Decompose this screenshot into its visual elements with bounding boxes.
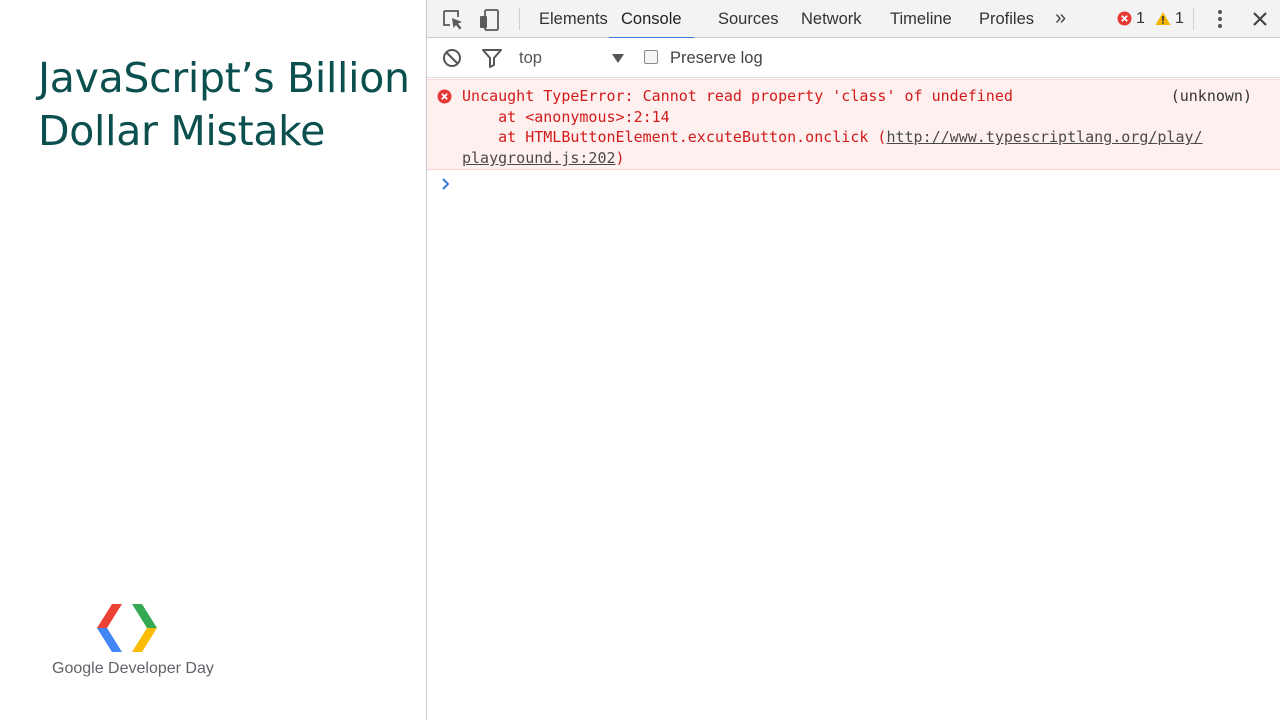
stack-frame-link[interactable]: http://www.typescriptlang.org/play/ [886, 128, 1202, 146]
console-toolbar: top Preserve log [427, 38, 1280, 78]
console-error-message: Uncaught TypeError: Cannot read property… [427, 79, 1280, 170]
device-toolbar-icon[interactable] [477, 8, 501, 32]
toolbar-divider [1193, 8, 1194, 30]
close-devtools-icon[interactable] [1249, 8, 1271, 30]
warning-icon [1155, 12, 1171, 26]
stack-frame-close-paren: ) [615, 149, 625, 167]
google-developers-logo-icon [97, 604, 157, 652]
stack-frame-link-cont[interactable]: playground.js:202 [462, 149, 616, 167]
error-source[interactable]: (unknown) [1171, 86, 1252, 107]
slide-title-line2: Dollar Mistake [38, 107, 326, 155]
tab-console[interactable]: Console [609, 0, 694, 39]
toolbar-divider [519, 8, 520, 30]
tab-profiles[interactable]: Profiles [979, 0, 1034, 37]
error-icon [1117, 11, 1132, 26]
more-tabs-button[interactable]: » [1055, 0, 1066, 38]
tab-elements[interactable]: Elements [539, 0, 608, 37]
devtools-panel: Elements Console Sources Network Timelin… [426, 0, 1280, 720]
brand-text: Google Developer Day [52, 660, 214, 677]
stack-frame-1: at <anonymous>:2:14 [462, 108, 670, 126]
preserve-log-checkbox[interactable] [644, 50, 658, 64]
tab-sources[interactable]: Sources [718, 0, 779, 37]
error-text: Uncaught TypeError: Cannot read property… [462, 87, 1013, 105]
tab-network[interactable]: Network [801, 0, 862, 37]
tab-timeline[interactable]: Timeline [890, 0, 952, 37]
slide-panel: JavaScript’s Billion Dollar Mistake Goog… [0, 0, 426, 720]
error-counter[interactable]: 1 [1117, 0, 1145, 38]
filter-icon[interactable] [481, 47, 503, 69]
google-developer-day-brand: Google Developer Day [40, 602, 215, 682]
console-prompt-icon[interactable] [439, 176, 453, 192]
more-options-icon[interactable] [1211, 7, 1229, 31]
warning-counter[interactable]: 1 [1155, 0, 1184, 38]
execution-context-select[interactable]: top [519, 38, 542, 78]
warning-count: 1 [1175, 10, 1184, 27]
stack-frame-2-cont: playground.js:202) [462, 148, 625, 169]
devtools-tabbar: Elements Console Sources Network Timelin… [427, 0, 1280, 39]
inspect-element-icon[interactable] [441, 8, 465, 32]
stack-frame-2-prefix: at HTMLButtonElement.excuteButton.onclic… [462, 128, 887, 146]
slide-title-line1: JavaScript’s Billion [38, 54, 410, 102]
clear-console-icon[interactable] [441, 47, 463, 69]
error-icon [437, 89, 452, 104]
dropdown-arrow-icon[interactable] [611, 53, 625, 64]
stack-frame-2: at HTMLButtonElement.excuteButton.onclic… [462, 127, 1202, 148]
slide-title: JavaScript’s Billion Dollar Mistake [38, 52, 418, 158]
preserve-log-label[interactable]: Preserve log [670, 38, 763, 78]
error-count: 1 [1136, 10, 1145, 27]
